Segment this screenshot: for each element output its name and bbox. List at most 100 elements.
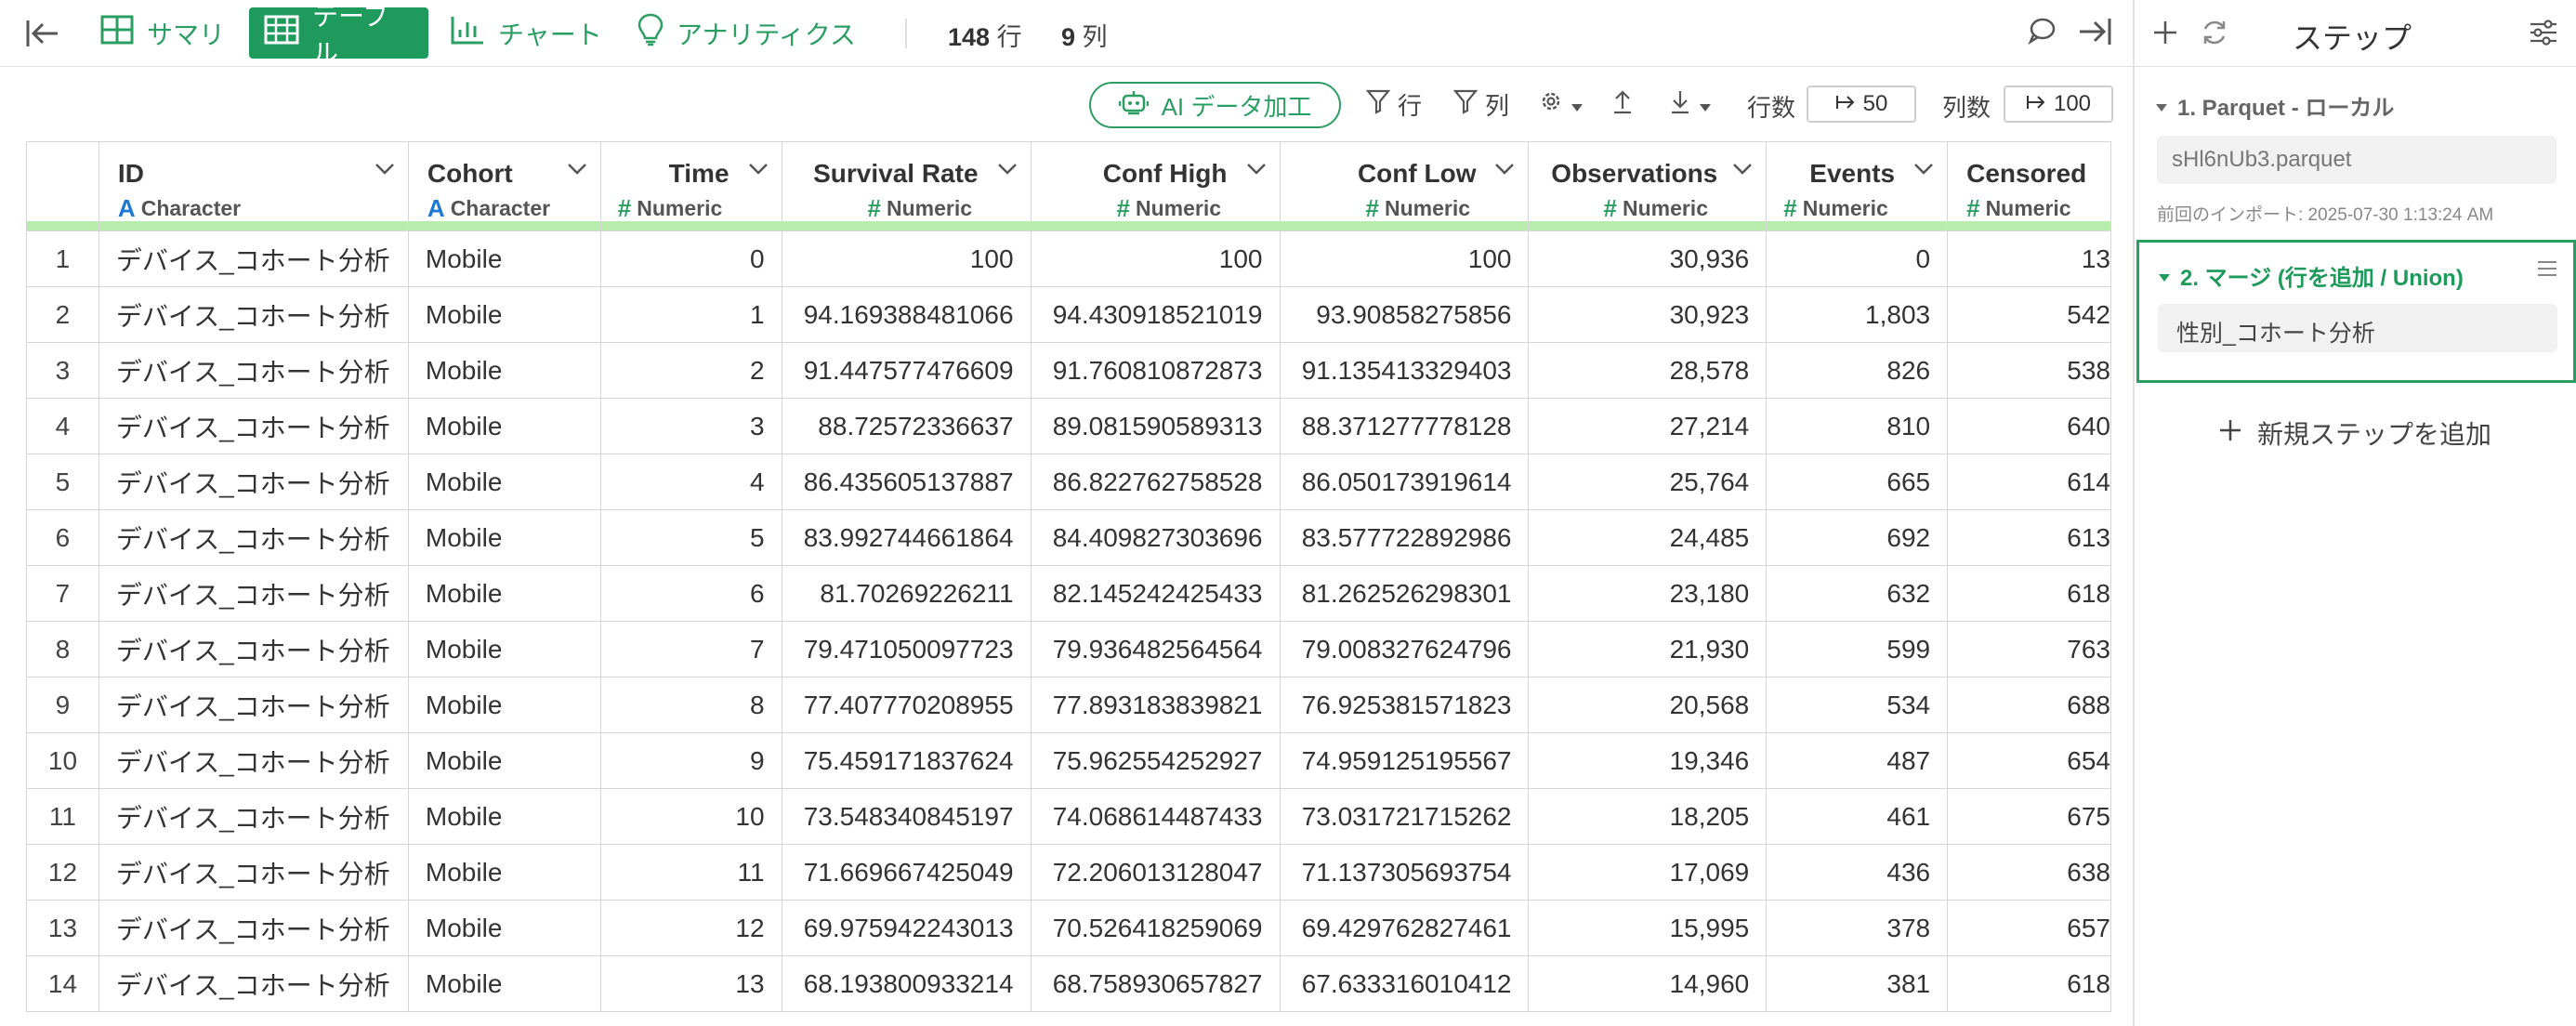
step-1-header[interactable]: 1. Parquet - ローカル (2155, 89, 2394, 122)
table-row[interactable]: 2 デバイス_コホート分析 Mobile 1 94.169388481066 94.430… (26, 286, 2111, 343)
table-cell[interactable]: 79.008327624796 (1279, 621, 1530, 677)
table-cell[interactable]: 20,568 (1528, 677, 1768, 733)
table-cell[interactable]: 74.068614487433 (1030, 788, 1281, 845)
table-cell[interactable]: 28,578 (1528, 342, 1768, 399)
table-cell[interactable]: 14,960 (1528, 955, 1768, 1012)
table-cell[interactable]: 4 (599, 454, 782, 510)
table-cell[interactable]: デバイス_コホート分析 (98, 565, 409, 622)
table-cell[interactable]: 30,923 (1528, 286, 1768, 343)
table-cell[interactable]: 436 (1766, 844, 1949, 901)
chevron-down-icon[interactable] (1246, 163, 1267, 180)
table-cell[interactable]: Mobile (407, 230, 601, 287)
table-cell[interactable]: 72.206013128047 (1030, 844, 1281, 901)
table-row[interactable]: 5 デバイス_コホート分析 Mobile 4 86.435605137887 86.822… (26, 454, 2111, 510)
table-cell[interactable]: 1 (599, 286, 782, 343)
table-cell[interactable]: 12 (599, 900, 782, 956)
table-cell[interactable]: Mobile (407, 565, 601, 622)
comment-icon[interactable] (2028, 17, 2056, 49)
table-cell[interactable]: デバイス_コホート分析 (98, 677, 409, 733)
table-cell[interactable]: 89.081590589313 (1030, 398, 1281, 454)
table-cell[interactable]: 70.526418259069 (1030, 900, 1281, 956)
table-cell[interactable]: 534 (1766, 677, 1949, 733)
table-cell[interactable]: 84.409827303696 (1030, 509, 1281, 566)
table-cell[interactable]: デバイス_コホート分析 (98, 398, 409, 454)
table-cell[interactable]: 13 (599, 955, 782, 1012)
settings-menu-button[interactable] (1539, 87, 1584, 121)
table-cell[interactable]: 15,995 (1528, 900, 1768, 956)
table-cell[interactable]: 665 (1766, 454, 1949, 510)
table-cell[interactable]: 19,346 (1528, 732, 1768, 789)
table-cell[interactable]: 2 (599, 342, 782, 399)
table-cell[interactable]: デバイス_コホート分析 (98, 621, 409, 677)
table-cell[interactable]: 538 (1947, 342, 2111, 399)
table-cell[interactable]: 0 (1766, 230, 1949, 287)
table-cell[interactable]: 381 (1766, 955, 1949, 1012)
table-cell[interactable]: 632 (1766, 565, 1949, 622)
table-cell[interactable]: 27,214 (1528, 398, 1768, 454)
table-cell[interactable]: 0 (599, 230, 782, 287)
table-cell[interactable]: 542 (1947, 286, 2111, 343)
table-cell[interactable]: 83.577722892986 (1279, 509, 1530, 566)
table-cell[interactable]: Mobile (407, 788, 601, 845)
filter-columns-button[interactable]: 列 (1452, 87, 1509, 121)
table-row[interactable]: 12 デバイス_コホート分析 Mobile 11 71.669667425049 72.2… (26, 844, 2111, 901)
step-2-value[interactable]: 性別_コホート分析 (2158, 304, 2557, 352)
column-header-cohort[interactable]: Cohort A Character (407, 141, 601, 231)
table-cell[interactable]: 8 (599, 677, 782, 733)
refresh-icon[interactable] (2200, 19, 2229, 51)
table-cell[interactable]: Mobile (407, 955, 601, 1012)
table-cell[interactable]: 23,180 (1528, 565, 1768, 622)
add-step-button[interactable]: 新規ステップを追加 (2218, 414, 2491, 452)
table-cell[interactable]: 461 (1766, 788, 1949, 845)
table-cell[interactable]: Mobile (407, 454, 601, 510)
table-cell[interactable]: 69.429762827461 (1279, 900, 1530, 956)
table-cell[interactable]: 71.669667425049 (781, 844, 1032, 901)
table-cell[interactable]: Mobile (407, 342, 601, 399)
tab-chart[interactable]: チャート (435, 7, 617, 59)
table-cell[interactable]: 91.135413329403 (1279, 342, 1530, 399)
table-cell[interactable]: 86.822762758528 (1030, 454, 1281, 510)
table-row[interactable]: 8 デバイス_コホート分析 Mobile 7 79.471050097723 79.936… (26, 621, 2111, 677)
table-row[interactable]: 10 デバイス_コホート分析 Mobile 9 75.459171837624 75.96… (26, 732, 2111, 789)
table-cell[interactable]: 91.760810872873 (1030, 342, 1281, 399)
table-cell[interactable]: 100 (781, 230, 1032, 287)
table-cell[interactable]: Mobile (407, 900, 601, 956)
table-cell[interactable]: 74.959125195567 (1279, 732, 1530, 789)
chevron-down-icon[interactable] (1494, 163, 1515, 180)
table-row[interactable]: 14 デバイス_コホート分析 Mobile 13 68.193800933214 68.7… (26, 955, 2111, 1012)
table-cell[interactable]: 613 (1947, 509, 2111, 566)
table-cell[interactable]: 654 (1947, 732, 2111, 789)
row-limit-input[interactable]: 50 (1807, 86, 1916, 123)
column-header-survival-rate[interactable]: Survival Rate # Numeric (781, 141, 1032, 231)
column-header-conf-high[interactable]: Conf High # Numeric (1030, 141, 1281, 231)
table-cell[interactable]: 618 (1947, 955, 2111, 1012)
table-cell[interactable]: デバイス_コホート分析 (98, 509, 409, 566)
table-cell[interactable]: 75.962554252927 (1030, 732, 1281, 789)
table-cell[interactable]: 826 (1766, 342, 1949, 399)
hamburger-menu-icon[interactable] (2536, 259, 2558, 283)
table-cell[interactable]: 68.758930657827 (1030, 955, 1281, 1012)
table-cell[interactable]: 618 (1947, 565, 2111, 622)
table-cell[interactable]: 81.262526298301 (1279, 565, 1530, 622)
table-cell[interactable]: 9 (599, 732, 782, 789)
table-cell[interactable]: 100 (1279, 230, 1530, 287)
table-cell[interactable]: 614 (1947, 454, 2111, 510)
table-cell[interactable]: デバイス_コホート分析 (98, 230, 409, 287)
table-cell[interactable]: 638 (1947, 844, 2111, 901)
column-header-censored[interactable]: Censored # Numeric (1947, 141, 2111, 231)
table-cell[interactable]: デバイス_コホート分析 (98, 900, 409, 956)
table-cell[interactable]: 599 (1766, 621, 1949, 677)
step-2-header[interactable]: 2. マージ (行を追加 / Union) (2158, 259, 2464, 292)
table-cell[interactable]: 675 (1947, 788, 2111, 845)
table-cell[interactable]: 69.975942243013 (781, 900, 1032, 956)
table-cell[interactable]: デバイス_コホート分析 (98, 844, 409, 901)
table-row[interactable]: 11 デバイス_コホート分析 Mobile 10 73.548340845197 74.0… (26, 788, 2111, 845)
table-cell[interactable]: 73.031721715262 (1279, 788, 1530, 845)
table-row[interactable]: 3 デバイス_コホート分析 Mobile 2 91.447577476609 91.760… (26, 342, 2111, 399)
table-row[interactable]: 6 デバイス_コホート分析 Mobile 5 83.992744661864 84.409… (26, 509, 2111, 566)
table-cell[interactable]: デバイス_コホート分析 (98, 788, 409, 845)
table-cell[interactable]: デバイス_コホート分析 (98, 955, 409, 1012)
table-cell[interactable]: 640 (1947, 398, 2111, 454)
table-cell[interactable]: 24,485 (1528, 509, 1768, 566)
table-cell[interactable]: 10 (599, 788, 782, 845)
